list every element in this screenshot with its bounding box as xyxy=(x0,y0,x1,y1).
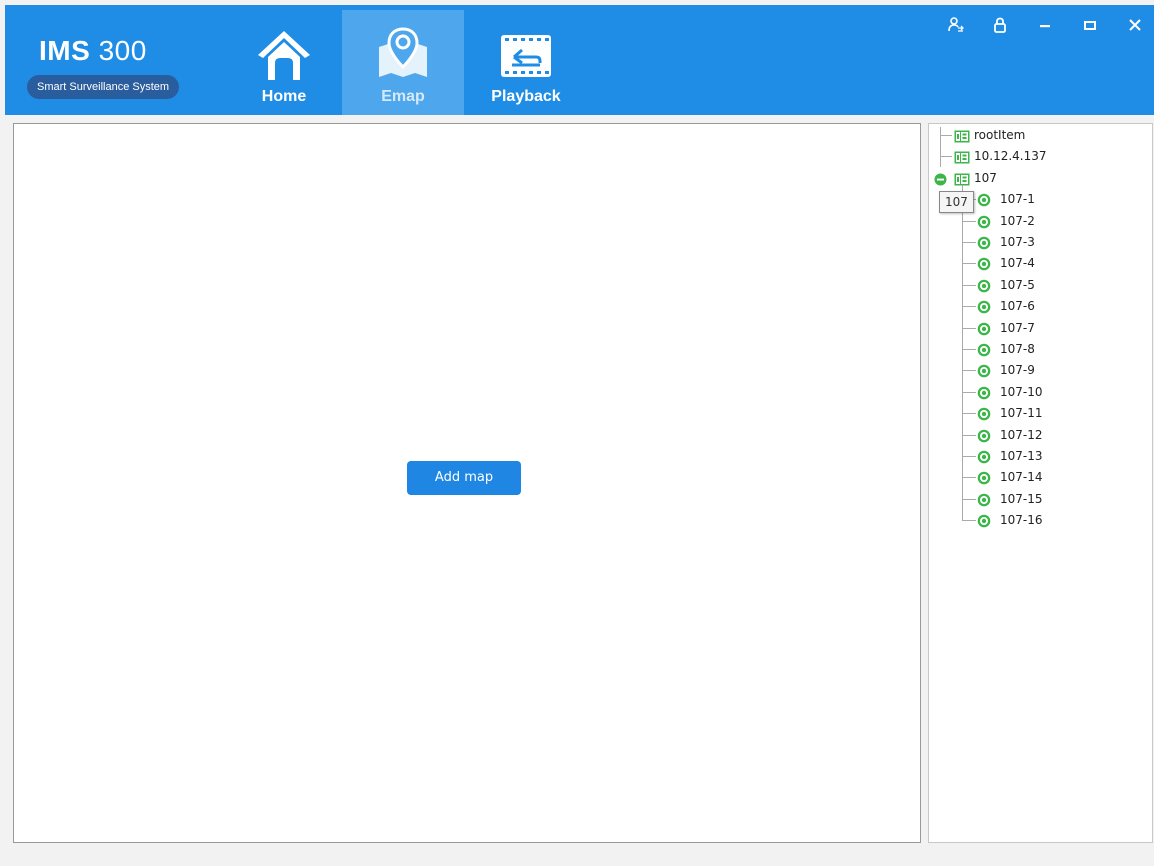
app-window: IMS 300 Smart Surveillance System Home E… xyxy=(0,0,1154,866)
tree-node-camera[interactable]: 107-6 xyxy=(929,296,1149,317)
tree-node-label: 107-3 xyxy=(1000,235,1035,249)
tree-connector xyxy=(962,498,976,500)
tree-connector xyxy=(940,135,952,136)
app-logo: IMS 300 Smart Surveillance System xyxy=(27,35,197,105)
tree-connector xyxy=(962,220,976,222)
tree-node-label: 107-13 xyxy=(1000,449,1043,463)
tree-node-camera[interactable]: 107-4 xyxy=(929,253,1149,274)
playback-icon xyxy=(501,35,551,77)
tree-node-label: 107 xyxy=(974,170,997,185)
tooltip: 107 xyxy=(939,191,974,213)
tree-node-label: 107-1 xyxy=(1000,192,1035,207)
nav-home-button[interactable]: Home xyxy=(223,10,345,115)
tree-connector xyxy=(962,327,976,329)
home-icon xyxy=(258,31,310,80)
tree-connector xyxy=(962,306,976,308)
map-pin-icon xyxy=(379,27,427,77)
nav-playback-button[interactable]: Playback xyxy=(465,10,587,115)
tree-node-rootItem[interactable]: rootItem xyxy=(929,125,1149,146)
tree-connector xyxy=(962,370,976,372)
tree-connector xyxy=(962,284,976,286)
logo-subtitle: Smart Surveillance System xyxy=(27,75,180,99)
tree-connector xyxy=(962,434,976,436)
nav-emap-label: Emap xyxy=(381,88,425,105)
tree-node-camera[interactable]: 107-11 xyxy=(929,403,1149,424)
tree-node-label: 107-16 xyxy=(1000,513,1043,528)
tree-connector xyxy=(962,477,976,479)
tree-connector xyxy=(962,413,976,415)
tree-node-label: 107-5 xyxy=(1000,277,1035,292)
tree-node-label: 107-6 xyxy=(1000,299,1035,314)
tree-node-10-12-4-137[interactable]: 10.12.4.137 xyxy=(929,146,1149,167)
nav-home-label: Home xyxy=(261,88,307,105)
tree-node-camera[interactable]: 107-16 xyxy=(929,510,1149,531)
logo-main-text: IMS xyxy=(39,35,91,66)
tree-node-label: 107-15 xyxy=(1000,491,1043,506)
tree-node-label: 107-9 xyxy=(1000,363,1035,378)
tree-node-camera[interactable]: 107-12 xyxy=(929,425,1149,446)
minimize-icon[interactable] xyxy=(1030,13,1060,37)
tree-node-label: 107-10 xyxy=(1000,384,1043,399)
tree-node-label: 10.12.4.137 xyxy=(974,149,1047,164)
tree-connector xyxy=(962,263,976,265)
tree-node-label: 107-8 xyxy=(1000,342,1035,356)
tree-node-camera[interactable]: 107-3 xyxy=(929,232,1149,253)
maximize-icon[interactable] xyxy=(1075,13,1105,37)
tree-node-label: 107-12 xyxy=(1000,427,1043,442)
tree-node-label: 107-2 xyxy=(1000,213,1035,228)
tree-node-camera[interactable]: 107-5 xyxy=(929,275,1149,296)
user-switch-icon[interactable] xyxy=(941,13,971,37)
tree-connector xyxy=(962,391,976,393)
tree-node-label: 107-4 xyxy=(1000,256,1035,271)
logo-number-text: 300 xyxy=(98,35,147,66)
emap-canvas[interactable]: Add map xyxy=(13,123,921,843)
tree-connector xyxy=(962,242,976,243)
tree-connector xyxy=(940,156,952,158)
tree-connector xyxy=(962,520,976,522)
lock-icon[interactable] xyxy=(985,13,1015,37)
tree-node-camera[interactable]: 107-8 xyxy=(929,339,1149,360)
add-map-button[interactable]: Add map xyxy=(407,461,521,495)
tree-node-camera[interactable]: 107-13 xyxy=(929,446,1149,467)
tree-connector xyxy=(962,456,976,457)
tree-node-camera[interactable]: 107-2 xyxy=(929,211,1149,232)
tree-connector xyxy=(962,349,976,350)
tree-node-label: rootItem xyxy=(974,128,1026,142)
tree-node-camera[interactable]: 107-15 xyxy=(929,489,1149,510)
tree-node-camera[interactable]: 107-10 xyxy=(929,382,1149,403)
device-tree-panel: rootItem 10.12.4.137 107 107-1 107-2 107-3 107… xyxy=(928,123,1153,843)
nav-emap-button[interactable]: Emap xyxy=(342,10,464,115)
logo-title: IMS 300 xyxy=(39,35,147,67)
tree-node-camera[interactable]: 107-9 xyxy=(929,360,1149,381)
close-icon[interactable] xyxy=(1120,13,1150,37)
tree-node-label: 107-11 xyxy=(1000,406,1043,421)
tree-node-label: 107-14 xyxy=(1000,470,1043,485)
tree-node-label: 107-7 xyxy=(1000,320,1035,335)
tree-node-camera[interactable]: 107-14 xyxy=(929,467,1149,488)
status-bar xyxy=(0,850,1154,866)
nav-playback-label: Playback xyxy=(491,88,561,105)
camera-icon xyxy=(977,514,991,535)
tree-node-camera[interactable]: 107-7 xyxy=(929,318,1149,339)
header-bar: IMS 300 Smart Surveillance System Home E… xyxy=(5,5,1154,115)
